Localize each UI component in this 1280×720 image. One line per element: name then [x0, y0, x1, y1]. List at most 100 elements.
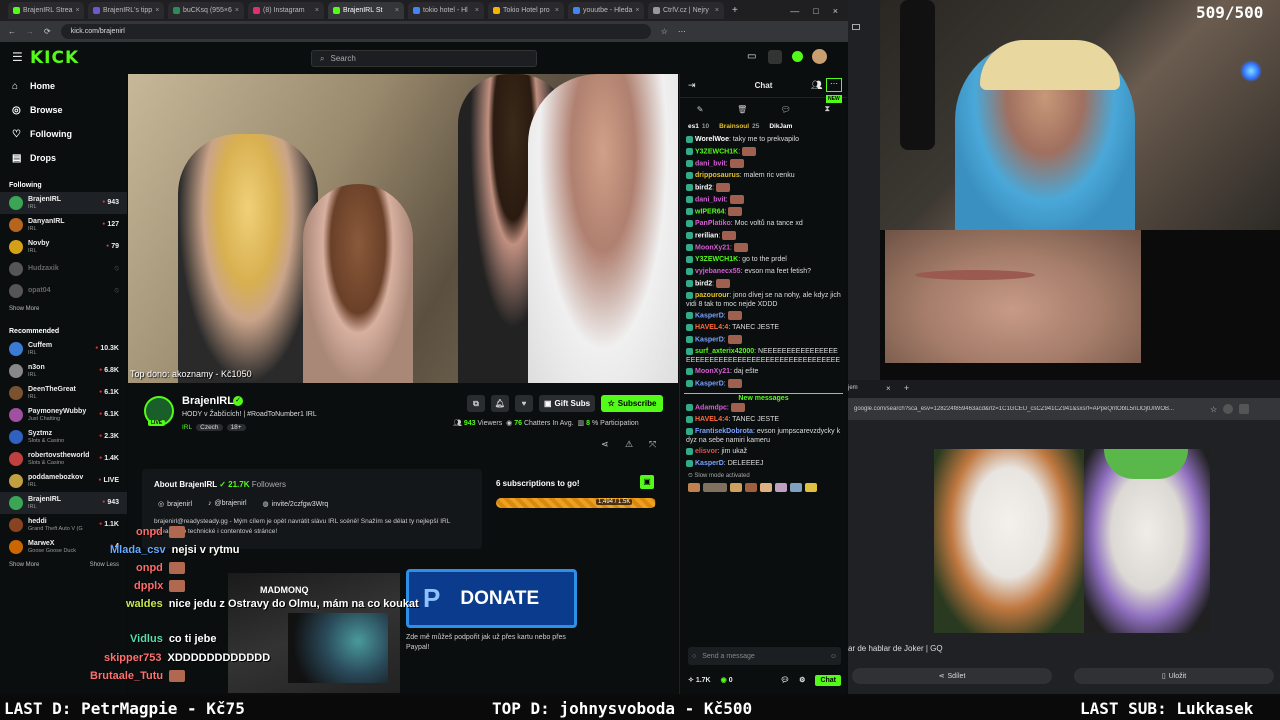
bell-icon[interactable]: 🔔︎ [491, 395, 509, 412]
chat-username[interactable]: HAVEL4:4 [695, 324, 728, 331]
extension-icon[interactable] [1239, 404, 1250, 414]
close-window-icon[interactable]: × [833, 6, 838, 16]
chat-username[interactable]: Adamdpc [695, 404, 727, 411]
sidebar-nav-home[interactable]: ⌂ Home [0, 74, 127, 98]
sidebar-channel[interactable]: poddamebozkovIRL LIVE [0, 470, 127, 492]
kick-points[interactable]: ◉ 0 [721, 676, 733, 684]
chat-username[interactable]: KasperD [695, 312, 724, 319]
chat-icon[interactable]: 💬︎ [781, 105, 791, 114]
chat-message[interactable]: surf_axterix42000: NEEEEEEEEEEEEEEEEEEEE… [680, 346, 847, 366]
sidebar-channel[interactable]: robertovstheworldSlots & Casino 1.4K [0, 448, 127, 470]
clip-button[interactable]: ⧉ [467, 395, 485, 412]
browser-tab[interactable]: tokio hotel - Hl × [408, 2, 484, 19]
maximize-icon[interactable]: □ [813, 6, 818, 16]
chat-message[interactable]: Adamdpc: [680, 402, 847, 414]
stream-tag[interactable]: IRL [182, 424, 192, 431]
save-button[interactable]: ▯ Uložit [1074, 668, 1274, 684]
chat-username[interactable]: wIPER64 [695, 208, 725, 215]
chat-message[interactable]: Y3ZEWCH1K: [680, 146, 847, 158]
tab-close-icon[interactable]: × [635, 7, 639, 14]
menu-icon[interactable]: ☰ [12, 50, 23, 64]
social-link[interactable]: ♪ @brajenirl [208, 500, 247, 508]
chat-username[interactable]: HAVEL4:4 [695, 416, 728, 423]
chat-message[interactable]: WorelWoe: taky me to prekvapilo [680, 134, 847, 146]
settings-icon[interactable]: ⚙ [799, 676, 805, 684]
chat-username[interactable]: KasperD [695, 380, 724, 387]
chat-message[interactable]: bird2: [680, 182, 847, 194]
show-more-button[interactable]: Show More [0, 302, 127, 316]
sidebar-nav-browse[interactable]: ◎ Browse [0, 98, 127, 122]
chat-username[interactable]: Y3ZEWCH1K [695, 256, 738, 263]
chat-username[interactable]: surf_axterix42000 [695, 348, 754, 355]
chat-username[interactable]: elisvor [695, 448, 718, 455]
sidebar-channel[interactable]: NovbyIRL 79 [0, 236, 127, 258]
chat-message[interactable]: bird2: [680, 278, 847, 290]
chat-message[interactable]: HAVEL4:4: TANEC JESTE [680, 414, 847, 426]
tab-close-icon[interactable]: × [235, 7, 239, 14]
close-icon[interactable]: × [886, 384, 891, 393]
sidebar-channel[interactable]: BrajenIRLIRL 943 [0, 192, 127, 214]
pin-icon[interactable]: ✎ [697, 105, 704, 114]
chat-message[interactable]: KasperD: [680, 378, 847, 390]
browser-tab[interactable]: (8) Instagram × [248, 2, 324, 19]
new-tab-icon[interactable]: + [904, 383, 909, 393]
sidebar-channel[interactable]: n3onIRL 6.8K [0, 360, 127, 382]
leaderboard-entry[interactable]: Brainsoul 25 [719, 123, 759, 130]
chat-message[interactable]: rerilian: [680, 230, 847, 242]
chat-username[interactable]: MoonXy21 [695, 368, 730, 375]
url-field[interactable]: kick.com/brajenirl [60, 24, 651, 39]
more-icon[interactable]: ⋯ [826, 78, 842, 92]
tab-close-icon[interactable]: × [715, 7, 719, 14]
show-less-button[interactable]: Show Less [81, 558, 119, 572]
chat-username[interactable]: WorelWoe [695, 136, 729, 143]
chat-username[interactable]: pazourour [695, 292, 729, 299]
streamer-name[interactable]: BrajenIRL [182, 395, 234, 407]
minimize-icon[interactable]: — [790, 6, 799, 16]
leaderboard-entry[interactable]: DikJam [769, 123, 792, 130]
secondary-address-bar[interactable]: google.com/search?sca_esv=128224f859463a… [848, 398, 1280, 420]
stream-tag[interactable]: 18+ [226, 424, 246, 431]
social-link[interactable]: ◍ invite/2czfgw3Wrq [263, 500, 329, 508]
chat-message[interactable]: HAVEL4:4: TANEC JESTE [680, 322, 847, 334]
chat-username[interactable]: rerilian [695, 232, 718, 239]
chat-username[interactable]: KasperD [695, 336, 724, 343]
star-icon[interactable]: ☆ [661, 27, 668, 36]
users-icon[interactable]: 👥︎ [811, 80, 822, 91]
search-input[interactable]: ⌕ Search [311, 50, 537, 67]
tab-close-icon[interactable]: × [155, 7, 159, 14]
sidebar-channel[interactable]: BrajenIRLIRL 943 [0, 492, 127, 514]
chat-message[interactable]: FrantisekDobrota: evson jumpscarevzdycky… [680, 426, 847, 446]
share-button[interactable]: ⋖ Sdílet [852, 668, 1052, 684]
extensions-icon[interactable]: ⋯ [678, 27, 686, 36]
chat-message[interactable]: vyjebanecx55: evson ma feet fetish? [680, 266, 847, 278]
chat-message[interactable]: dripposaurus: malem ric venku [680, 170, 847, 182]
chat-message[interactable]: KasperD: DELEEEEJ [680, 458, 847, 470]
sidebar-channel[interactable]: Hudzaxik ⦸ [0, 258, 127, 280]
sidebar-nav-following[interactable]: ♡ Following [0, 122, 127, 146]
chat-message[interactable]: PanPlatiko: Moc voltů na tance xd [680, 218, 847, 230]
sponsor-panel[interactable]: MADMONQ [228, 573, 400, 693]
chat-message[interactable]: wIPER64: [680, 206, 847, 218]
browser-tab[interactable]: CtrlV.cz | Nejry × [648, 2, 724, 19]
stream-tag[interactable]: Czech [196, 424, 223, 431]
chat-username[interactable]: PanPlatiko [695, 220, 731, 227]
subscribe-button[interactable]: ☆ Subscribe [601, 395, 663, 412]
secondary-tab-title[interactable]: jem [848, 385, 858, 391]
gift-subs-button[interactable]: ▣ Gift Subs [539, 395, 595, 412]
video-player[interactable]: Top dono: akoznamy - Kč1050 [128, 74, 678, 383]
chat-username[interactable]: MoonXy21 [695, 244, 730, 251]
sidebar-channel[interactable]: heddiGrand Theft Auto V (G 1.1K [0, 514, 127, 536]
chat-message[interactable]: KasperD: [680, 310, 847, 322]
chat-message[interactable]: elisvor: jim ukaž [680, 446, 847, 458]
chat-message[interactable]: dani_bvit: [680, 194, 847, 206]
chat-message[interactable]: MoonXy21: daj ešte [680, 366, 847, 378]
sidebar-channel[interactable]: DeenTheGreatIRL 6.1K [0, 382, 127, 404]
joker-image-1[interactable] [934, 449, 1084, 633]
result-caption[interactable]: ar de hablar de Joker | GQ [848, 644, 943, 653]
chat-message[interactable]: KasperD: [680, 334, 847, 346]
mute-icon[interactable]: ⤧ [649, 439, 656, 450]
tab-close-icon[interactable]: × [76, 7, 80, 14]
emote-picker-icon[interactable]: ☺ [830, 653, 837, 660]
points-display[interactable]: ✧ 1.7K [688, 676, 711, 684]
notifications-icon[interactable]: ▭ [747, 51, 756, 62]
